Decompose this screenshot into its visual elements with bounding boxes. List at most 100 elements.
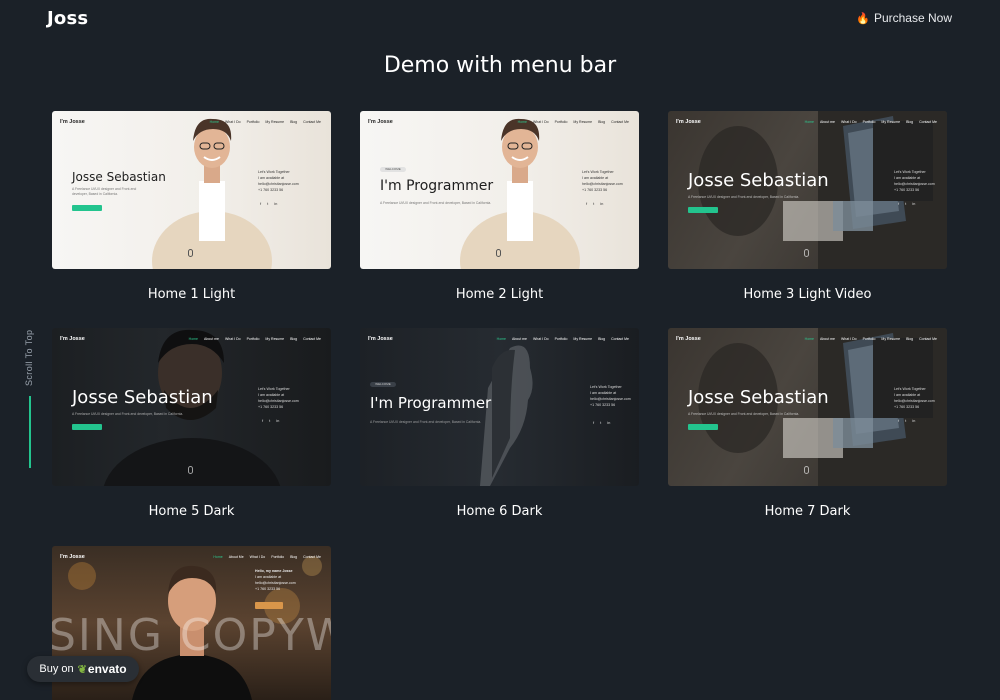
mini-nav-link: Portfolio [554, 337, 568, 341]
mini-nav-link: Contact Me [611, 120, 629, 124]
mini-nav-link: Home [213, 555, 223, 559]
mini-cta-button [72, 205, 102, 211]
mini-social-icons: f t in [898, 418, 916, 423]
scroll-to-top[interactable]: Scroll To Top [18, 320, 42, 470]
mini-contact-block: Let's Work Together I am available at he… [258, 169, 299, 193]
demo-caption[interactable]: Home 3 Light Video [668, 287, 947, 302]
mini-nav-link: Contact Me [919, 337, 937, 341]
mini-cta-button [72, 424, 102, 430]
mini-contact-block: Let's Work Together I am available at he… [582, 169, 623, 193]
demo-card-home-6-dark[interactable]: I'm Josse Home About me What I Do Portfo… [360, 328, 639, 519]
mouse-icon [496, 249, 501, 257]
mini-nav-link: What I Do [225, 120, 241, 124]
mini-subtitle: A Freelance UI/UX designer and Front-end… [72, 187, 137, 196]
mini-subtitle: A Freelance UI/UX designer and Front-end… [72, 412, 184, 416]
mini-subtitle: A Freelance UI/UX designer and Front-end… [688, 195, 800, 199]
mini-nav-link: Home [496, 337, 507, 341]
mini-nav-link: Contact Me [303, 555, 321, 559]
mini-nav-link: Contact Me [611, 337, 629, 341]
mini-headline: I'm Programmer [380, 178, 494, 194]
mini-nav-link: About me [512, 337, 527, 341]
mini-subtitle: A Freelance UI/UX designer and Front-end… [688, 412, 800, 416]
demo-card-home-5-dark[interactable]: I'm Josse Home About me What I Do Portfo… [52, 328, 331, 519]
mini-nav-link: What I Do [249, 555, 266, 559]
buy-on-envato-button[interactable]: Buy on ❦ envato [27, 656, 139, 682]
mini-contact-line: +1 760 3233 56 [894, 188, 920, 192]
mini-nav-link: Portfolio [246, 120, 260, 124]
scroll-to-top-label: Scroll To Top [24, 329, 34, 386]
mini-nav-links: Home About me What I Do Portfolio My Res… [497, 337, 629, 341]
mini-nav-links: Home About me What I Do Portfolio My Res… [805, 120, 937, 124]
mini-nav-link: Contact Me [919, 120, 937, 124]
mini-nav-link: Home [804, 337, 815, 341]
mini-nav-links: Home About Me What I Do Portfolio Blog C… [213, 555, 321, 559]
mini-logo: I'm Josse [60, 119, 85, 125]
mini-nav-link: About me [204, 337, 219, 341]
demo-thumbnail[interactable]: I'm Josse Home What I Do Portfolio My Re… [52, 111, 331, 269]
mini-social-icons: f t in [593, 420, 611, 425]
mini-nav-link: Portfolio [246, 337, 260, 341]
mini-nav-link: About Me [228, 555, 244, 559]
mini-logo: I'm Josse [368, 119, 393, 125]
mini-nav-link: Home [188, 337, 199, 341]
demo-thumbnail[interactable]: I'm Josse Home What I Do Portfolio My Re… [360, 111, 639, 269]
demo-caption[interactable]: Home 5 Dark [52, 504, 331, 519]
mini-logo: I'm Josse [368, 336, 393, 342]
mini-social-icons: f t in [260, 201, 278, 206]
mini-contact-line: +1 760 3233 56 [255, 587, 281, 591]
mini-nav-link: Home [804, 120, 815, 124]
mini-nav-link: What I Do [533, 120, 549, 124]
demo-thumbnail[interactable]: I'm Josse Home About me What I Do Portfo… [52, 328, 331, 486]
mini-nav-link: Portfolio [862, 337, 876, 341]
mini-social-icons: f t in [262, 418, 280, 423]
envato-logo: ❦ envato [78, 662, 127, 676]
demo-thumbnail[interactable]: I'm Josse Home About me What I Do Portfo… [668, 111, 947, 269]
demo-thumbnail[interactable]: I'm Josse Home About me What I Do Portfo… [360, 328, 639, 486]
mini-contact-line: +1 760 3233 56 [258, 405, 284, 409]
mini-social-icons: f t in [586, 201, 604, 206]
mini-nav-link: Portfolio [862, 120, 876, 124]
demo-caption[interactable]: Home 1 Light [52, 287, 331, 302]
mini-headline: Josse Sebastian [688, 170, 829, 191]
demo-card-home-2-light[interactable]: I'm Josse Home What I Do Portfolio My Re… [360, 111, 639, 302]
mini-cta-button [688, 424, 718, 430]
demo-card-home-3-light-video[interactable]: I'm Josse Home About me What I Do Portfo… [668, 111, 947, 302]
mini-welcome-badge: WELCOME [380, 167, 406, 172]
demo-thumbnail[interactable]: I'm Josse Home About me What I Do Portfo… [668, 328, 947, 486]
demo-card-home-7-dark[interactable]: I'm Josse Home About me What I Do Portfo… [668, 328, 947, 519]
mini-contact-block: Let's Work Together I am available at he… [894, 386, 935, 410]
mini-nav-link: My Resume [573, 337, 593, 341]
mini-contact-line: +1 760 3233 56 [590, 403, 616, 407]
mini-logo: I'm Josse [676, 336, 701, 342]
scroll-progress-line [29, 396, 31, 468]
mini-nav-link: Blog [598, 120, 606, 124]
mini-nav-link: Home [517, 120, 527, 124]
mini-nav-link: My Resume [881, 120, 901, 124]
mouse-icon [804, 466, 809, 474]
demo-caption[interactable]: Home 6 Dark [360, 504, 639, 519]
mini-subtitle: A Freelance UI/UX designer and Front-end… [370, 420, 482, 424]
mini-subtitle: A Freelance UI/UX designer and Front-end… [380, 201, 492, 205]
mini-nav-link: Contact Me [303, 337, 321, 341]
mini-nav-link: Portfolio [554, 120, 568, 124]
mini-headline: Josse Sebastian [72, 170, 166, 184]
mini-nav-link: Home [209, 120, 219, 124]
mini-contact-block: Let's Work Together I am available at he… [258, 386, 299, 410]
mini-contact-line: +1 760 3233 56 [894, 405, 920, 409]
demo-caption[interactable]: Home 7 Dark [668, 504, 947, 519]
mini-nav-link: What I Do [533, 337, 549, 341]
demo-caption[interactable]: Home 2 Light [360, 287, 639, 302]
mini-headline: Josse Sebastian [72, 387, 213, 408]
site-logo[interactable]: Joss [47, 8, 88, 29]
mini-contact-line: +1 760 3233 56 [582, 188, 608, 192]
demo-card-home-1-light[interactable]: I'm Josse Home What I Do Portfolio My Re… [52, 111, 331, 302]
mini-nav-links: Home About me What I Do Portfolio My Res… [805, 337, 937, 341]
mini-nav-link: What I Do [225, 337, 241, 341]
mini-nav-link: Blog [598, 337, 606, 341]
fire-icon: 🔥 [856, 12, 870, 25]
mini-contact-block: Hello, my name Josse I am available at h… [255, 568, 296, 592]
mouse-icon [804, 249, 809, 257]
mini-nav-link: About me [820, 120, 835, 124]
mini-nav-link: Blog [906, 337, 914, 341]
purchase-now-link[interactable]: 🔥 Purchase Now [856, 11, 952, 25]
